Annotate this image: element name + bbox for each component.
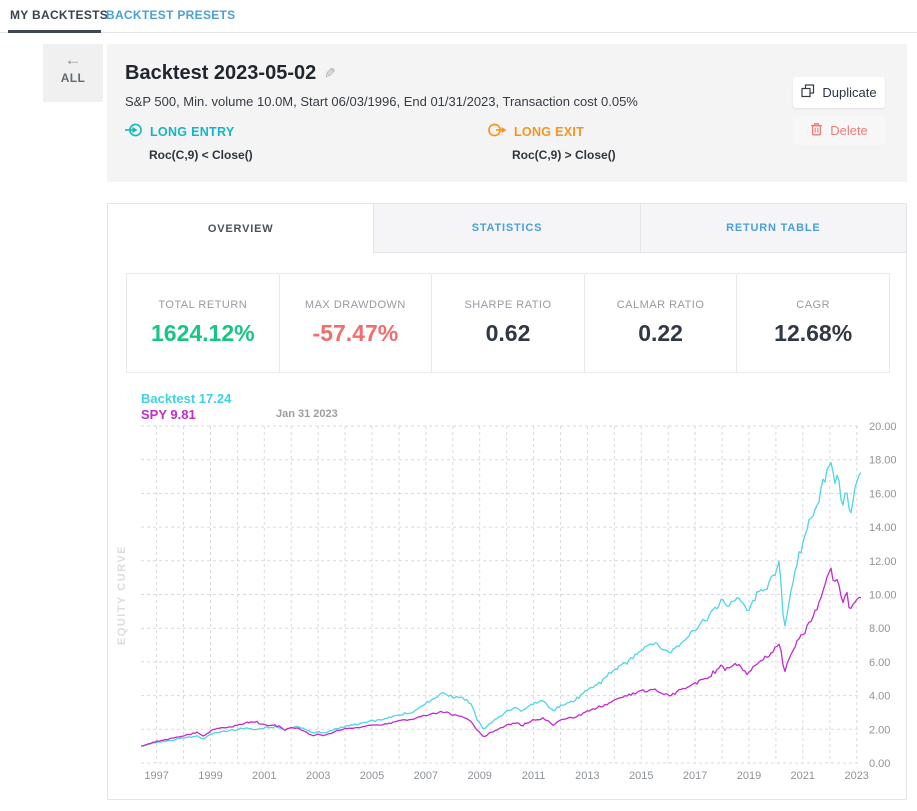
svg-text:2003: 2003	[306, 770, 330, 782]
svg-text:2021: 2021	[791, 770, 815, 782]
svg-text:14.00: 14.00	[869, 522, 897, 534]
stat-value: 0.22	[638, 320, 683, 347]
back-label: ALL	[43, 71, 103, 85]
stat-value: -57.47%	[313, 320, 399, 347]
long-entry-label: LONG ENTRY	[150, 125, 234, 139]
tab-my-backtests[interactable]: MY BACKTESTS	[10, 0, 108, 33]
page-title: Backtest 2023-05-02	[125, 62, 316, 85]
svg-text:2009: 2009	[467, 770, 491, 782]
trash-icon	[810, 122, 823, 139]
svg-text:2001: 2001	[252, 770, 276, 782]
long-entry-rule: Roc(C,9) < Close()	[149, 148, 488, 162]
summary-stats-row: TOTAL RETURN 1624.12% MAX DRAWDOWN -57.4…	[126, 273, 890, 373]
delete-button[interactable]: Delete	[793, 116, 885, 145]
back-to-all-button[interactable]: ← ALL	[43, 44, 103, 102]
long-exit-icon	[488, 122, 507, 141]
stat-label: CALMAR RATIO	[617, 299, 705, 311]
active-tab-underline	[8, 30, 101, 33]
edit-title-icon[interactable]: ✎	[324, 65, 336, 82]
stat-value: 12.68%	[774, 320, 852, 347]
stat-label: TOTAL RETURN	[158, 299, 247, 311]
svg-text:2013: 2013	[575, 770, 599, 782]
tab-backtest-presets[interactable]: BACKTEST PRESETS	[106, 0, 235, 33]
backtest-settings-summary: S&P 500, Min. volume 10.0M, Start 06/03/…	[125, 94, 638, 109]
delete-label: Delete	[830, 123, 868, 138]
stat-calmar-ratio: CALMAR RATIO 0.22	[584, 274, 737, 372]
equity-curve-chart[interactable]: 0.00 2.00 4.00 6.00 8.00 10.00 12.00 14.00 16.00…	[113, 389, 903, 789]
svg-text:2019: 2019	[737, 770, 761, 782]
svg-text:12.00: 12.00	[869, 556, 897, 568]
svg-text:1999: 1999	[198, 770, 222, 782]
backtest-results-card: OVERVIEW STATISTICS RETURN TABLE TOTAL R…	[107, 203, 907, 800]
back-arrow-icon: ←	[43, 51, 103, 69]
svg-text:EQUITY CURVE: EQUITY CURVE	[116, 545, 128, 645]
stat-value: 1624.12%	[151, 320, 255, 347]
svg-text:2017: 2017	[683, 770, 707, 782]
long-entry-block: LONG ENTRY Roc(C,9) < Close()	[125, 122, 488, 162]
top-tab-bar: MY BACKTESTS BACKTEST PRESETS	[0, 0, 917, 33]
stat-label: SHARPE RATIO	[464, 299, 551, 311]
stat-value: 0.62	[486, 320, 531, 347]
chart-canvas[interactable]: 0.00 2.00 4.00 6.00 8.00 10.00 12.00 14.00 16.00…	[113, 389, 903, 789]
svg-text:2005: 2005	[360, 770, 384, 782]
svg-text:2015: 2015	[629, 770, 653, 782]
svg-text:0.00: 0.00	[869, 758, 890, 770]
long-exit-rule: Roc(C,9) > Close()	[512, 148, 851, 162]
stat-label: MAX DRAWDOWN	[305, 299, 406, 311]
stat-cagr: CAGR 12.68%	[736, 274, 889, 372]
long-exit-label: LONG EXIT	[514, 125, 584, 139]
svg-text:2.00: 2.00	[869, 724, 890, 736]
legend-spy: SPY 9.81	[141, 407, 231, 423]
svg-text:1997: 1997	[144, 770, 168, 782]
duplicate-label: Duplicate	[822, 85, 876, 100]
svg-text:10.00: 10.00	[869, 590, 897, 602]
svg-text:2007: 2007	[414, 770, 438, 782]
results-tab-bar: OVERVIEW STATISTICS RETURN TABLE	[108, 204, 906, 253]
duplicate-button[interactable]: Duplicate	[793, 77, 885, 108]
stat-label: CAGR	[796, 299, 830, 311]
tab-statistics[interactable]: STATISTICS	[373, 204, 639, 253]
duplicate-icon	[801, 84, 815, 101]
tab-overview[interactable]: OVERVIEW	[108, 204, 373, 253]
tab-return-table[interactable]: RETURN TABLE	[640, 204, 906, 253]
svg-text:6.00: 6.00	[869, 657, 890, 669]
stat-sharpe-ratio: SHARPE RATIO 0.62	[431, 274, 584, 372]
legend-backtest: Backtest 17.24	[141, 391, 231, 407]
svg-text:8.00: 8.00	[869, 623, 890, 635]
svg-text:16.00: 16.00	[869, 488, 897, 500]
stat-total-return: TOTAL RETURN 1624.12%	[127, 274, 279, 372]
svg-text:2011: 2011	[522, 770, 546, 782]
svg-text:4.00: 4.00	[869, 691, 890, 703]
long-entry-icon	[125, 122, 143, 141]
stat-max-drawdown: MAX DRAWDOWN -57.47%	[279, 274, 432, 372]
svg-text:20.00: 20.00	[869, 421, 897, 433]
svg-text:2023: 2023	[844, 770, 868, 782]
svg-text:18.00: 18.00	[869, 455, 897, 467]
backtest-header: Backtest 2023-05-02 ✎ S&P 500, Min. volu…	[107, 44, 907, 182]
chart-date-label: Jan 31 2023	[276, 408, 338, 420]
